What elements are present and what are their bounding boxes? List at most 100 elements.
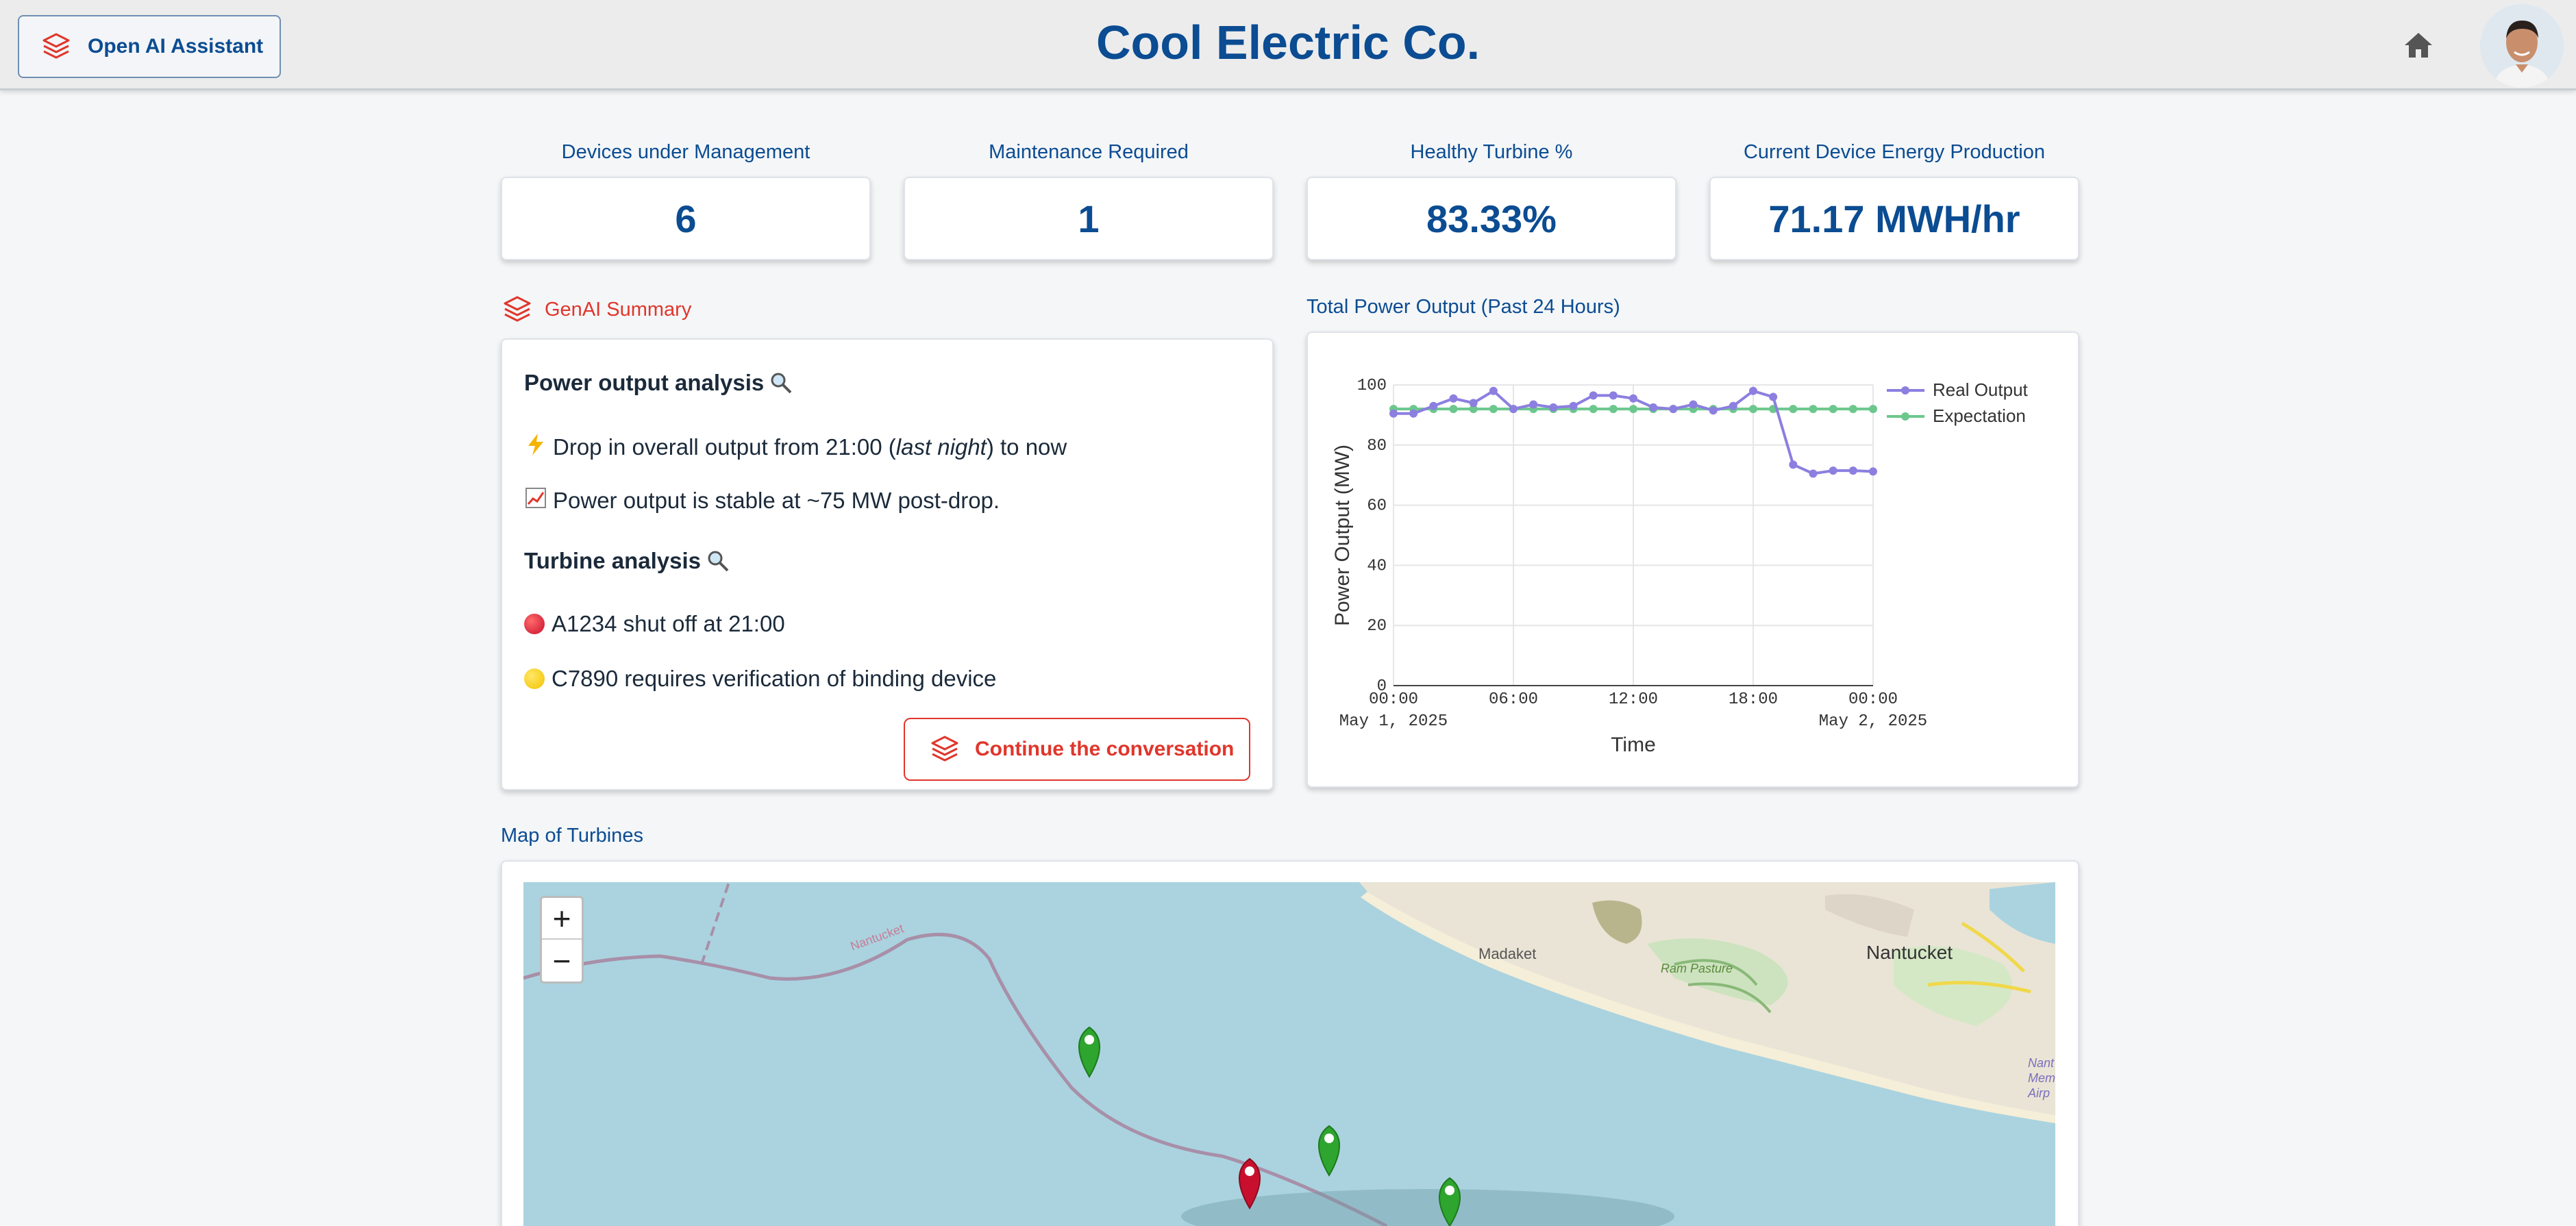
kpi-energy-label: Current Device Energy Production bbox=[1743, 141, 2046, 163]
data-point bbox=[1848, 405, 1857, 414]
data-point bbox=[1869, 467, 1877, 476]
data-point bbox=[1749, 405, 1757, 414]
yellow-circle-icon bbox=[524, 668, 545, 689]
map-tiles: Madaket Nantucket Ram Pasture Nantucket … bbox=[523, 882, 2055, 1226]
map-label-airp: Airp bbox=[2027, 1086, 2050, 1100]
magnifier-icon bbox=[708, 551, 729, 572]
data-point bbox=[1589, 391, 1598, 400]
data-point bbox=[1609, 405, 1618, 414]
genai-summary-heading: GenAI Summary bbox=[501, 293, 691, 326]
turbine-heading-text: Turbine analysis bbox=[524, 548, 701, 573]
power-output-heading-text: Power output analysis bbox=[524, 370, 765, 395]
legend-marker bbox=[1901, 386, 1909, 395]
data-point bbox=[1549, 403, 1558, 412]
x-tick-label: 00:00 bbox=[1369, 690, 1418, 709]
genai-summary-card: Power output analysis Drop in overall ou… bbox=[501, 338, 1274, 790]
layers-icon bbox=[504, 296, 531, 322]
red-circle-icon bbox=[524, 614, 545, 634]
c7890-status-line: C7890 requires verification of binding d… bbox=[524, 666, 996, 692]
data-point bbox=[1709, 406, 1718, 415]
data-point bbox=[1489, 405, 1498, 414]
map-label-madaket: Madaket bbox=[1478, 945, 1536, 962]
turbine-marker-green bbox=[1318, 1125, 1340, 1177]
map-zoom-control: + − bbox=[540, 896, 584, 984]
drop-text-post: ) to now bbox=[986, 434, 1067, 460]
data-point bbox=[1789, 460, 1798, 469]
data-point bbox=[1449, 405, 1458, 414]
a1234-text: A1234 shut off at 21:00 bbox=[552, 611, 785, 636]
x-tick-date-label: May 2, 2025 bbox=[1819, 712, 1927, 731]
map-label-mem: Mem bbox=[2028, 1071, 2055, 1085]
drop-text-emphasis: last night bbox=[895, 434, 987, 460]
a1234-status-line: A1234 shut off at 21:00 bbox=[524, 611, 785, 637]
map-title: Map of Turbines bbox=[501, 825, 643, 847]
x-tick-label: 00:00 bbox=[1848, 690, 1898, 709]
data-point bbox=[1729, 401, 1737, 410]
data-point bbox=[1789, 405, 1798, 414]
layers-icon bbox=[931, 736, 958, 762]
x-tick-label: 06:00 bbox=[1489, 690, 1538, 709]
data-point bbox=[1409, 409, 1418, 418]
kpi-maintenance-value: 1 bbox=[904, 177, 1274, 260]
map-label-boundary: Nantucket bbox=[849, 921, 906, 953]
user-portrait bbox=[2480, 4, 2564, 88]
chart-increasing-icon bbox=[524, 488, 547, 514]
data-point bbox=[1589, 405, 1598, 414]
y-tick-label: 40 bbox=[1367, 557, 1387, 575]
continue-conversation-label: Continue the conversation bbox=[975, 738, 1235, 760]
drop-output-line: Drop in overall output from 21:00 (last … bbox=[524, 433, 1067, 462]
x-axis-title: Time bbox=[1611, 734, 1656, 756]
data-point bbox=[1629, 394, 1637, 403]
legend-label: Real Output bbox=[1933, 379, 2029, 400]
stable-output-line: Power output is stable at ~75 MW post-dr… bbox=[524, 488, 1000, 514]
continue-conversation-button[interactable]: Continue the conversation bbox=[904, 718, 1250, 781]
x-tick-date-label: May 1, 2025 bbox=[1339, 712, 1448, 731]
chart-title: Total Power Output (Past 24 Hours) bbox=[1306, 296, 1620, 318]
y-axis-title: Power Output (MW) bbox=[1331, 445, 1354, 626]
kpi-maintenance-label: Maintenance Required bbox=[989, 141, 1189, 163]
data-point bbox=[1609, 391, 1618, 400]
legend-marker bbox=[1901, 412, 1909, 421]
x-tick-label: 18:00 bbox=[1729, 690, 1778, 709]
c7890-text: C7890 requires verification of binding d… bbox=[552, 666, 997, 691]
data-point bbox=[1749, 386, 1757, 395]
data-point bbox=[1769, 392, 1778, 401]
data-point bbox=[1869, 405, 1877, 414]
kpi-energy-value: 71.17 MWH/hr bbox=[1709, 177, 2079, 260]
zoom-out-button[interactable]: − bbox=[542, 940, 582, 981]
turbine-analysis-heading: Turbine analysis bbox=[524, 548, 730, 574]
kpi-healthy-value: 83.33% bbox=[1306, 177, 1676, 260]
lightning-icon bbox=[524, 433, 547, 462]
data-point bbox=[1809, 405, 1818, 414]
y-tick-label: 80 bbox=[1367, 437, 1387, 455]
data-point bbox=[1429, 401, 1438, 410]
data-point bbox=[1649, 403, 1658, 412]
data-point bbox=[1509, 405, 1518, 414]
y-tick-label: 20 bbox=[1367, 617, 1387, 636]
y-tick-label: 60 bbox=[1367, 497, 1387, 516]
brand-title: Cool Electric Co. bbox=[1095, 16, 1481, 69]
data-point bbox=[1389, 409, 1398, 418]
drop-text-pre: Drop in overall output from 21:00 ( bbox=[553, 434, 896, 460]
user-avatar[interactable] bbox=[2480, 4, 2564, 88]
map-label-nantucket: Nantucket bbox=[1866, 942, 1953, 963]
legend-label: Expectation bbox=[1933, 405, 2026, 426]
genai-summary-title: GenAI Summary bbox=[545, 298, 692, 321]
data-point bbox=[1529, 400, 1538, 409]
magnifier-icon bbox=[771, 373, 792, 394]
kpi-devices-value: 6 bbox=[501, 177, 871, 260]
y-tick-label: 100 bbox=[1357, 377, 1387, 395]
turbine-marker-green bbox=[1078, 1026, 1100, 1078]
data-point bbox=[1469, 399, 1478, 408]
data-point bbox=[1569, 401, 1578, 410]
data-point bbox=[1848, 466, 1857, 475]
kpi-healthy-label: Healthy Turbine % bbox=[1410, 141, 1573, 163]
power-output-analysis-heading: Power output analysis bbox=[524, 370, 793, 396]
power-output-chart: 02040608010000:00May 1, 202506:00 12:00 18… bbox=[1331, 377, 2029, 756]
turbine-map[interactable]: Madaket Nantucket Ram Pasture Nantucket … bbox=[523, 882, 2055, 1226]
data-point bbox=[1689, 400, 1698, 409]
kpi-devices-label: Devices under Management bbox=[561, 141, 810, 163]
home-icon[interactable] bbox=[2403, 32, 2433, 59]
data-point bbox=[1829, 405, 1837, 414]
zoom-in-button[interactable]: + bbox=[542, 898, 582, 940]
